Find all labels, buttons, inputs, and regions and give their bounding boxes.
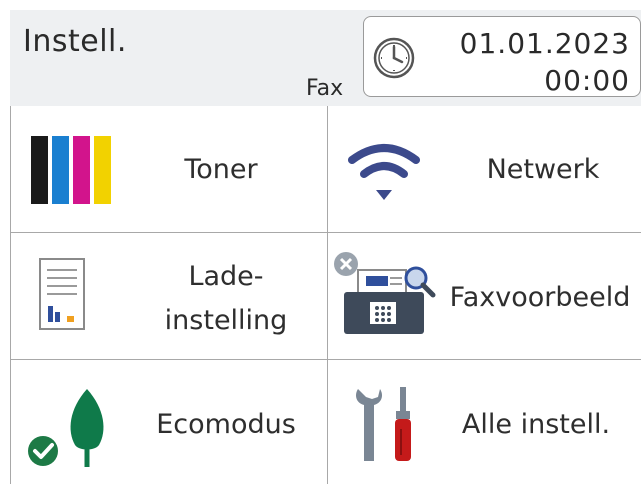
settings-menu-grid: Toner Netwerk Lade- instelling Faxvoorbe… — [10, 106, 641, 484]
toner-label: Toner — [184, 154, 258, 185]
status-header: Instell. Fax 01.01.2023 00:00 — [10, 10, 641, 106]
grid-divider — [327, 106, 328, 484]
tray-setting-icon — [39, 258, 85, 330]
network-button[interactable]: Netwerk — [328, 106, 641, 233]
clock-icon — [373, 37, 415, 79]
all-settings-label: Alle instell. — [461, 409, 611, 440]
fax-preview-icon — [334, 252, 436, 334]
date-time-button[interactable]: 01.01.2023 00:00 — [363, 16, 641, 97]
tools-icon — [356, 387, 411, 461]
eco-mode-label: Ecomodus — [156, 409, 296, 440]
network-label: Netwerk — [486, 154, 600, 185]
all-settings-button[interactable]: Alle instell. — [328, 361, 641, 484]
fax-preview-button[interactable]: Faxvoorbeeld — [328, 234, 641, 360]
fax-preview-label: Faxvoorbeeld — [449, 282, 631, 313]
time-text: 00:00 — [544, 64, 630, 97]
eco-leaf-icon — [28, 389, 104, 467]
date-text: 01.01.2023 — [459, 27, 630, 60]
tray-setting-label-line1: Lade- — [188, 261, 264, 292]
eco-mode-button[interactable]: Ecomodus — [11, 361, 327, 484]
mode-label: Fax — [306, 76, 344, 101]
page-title: Instell. — [23, 24, 127, 59]
wifi-icon — [348, 144, 420, 200]
toner-button[interactable]: Toner — [11, 106, 327, 233]
tray-setting-label-line2: instelling — [164, 305, 288, 336]
tray-setting-button[interactable]: Lade- instelling — [11, 234, 327, 360]
toner-icon — [31, 136, 111, 204]
